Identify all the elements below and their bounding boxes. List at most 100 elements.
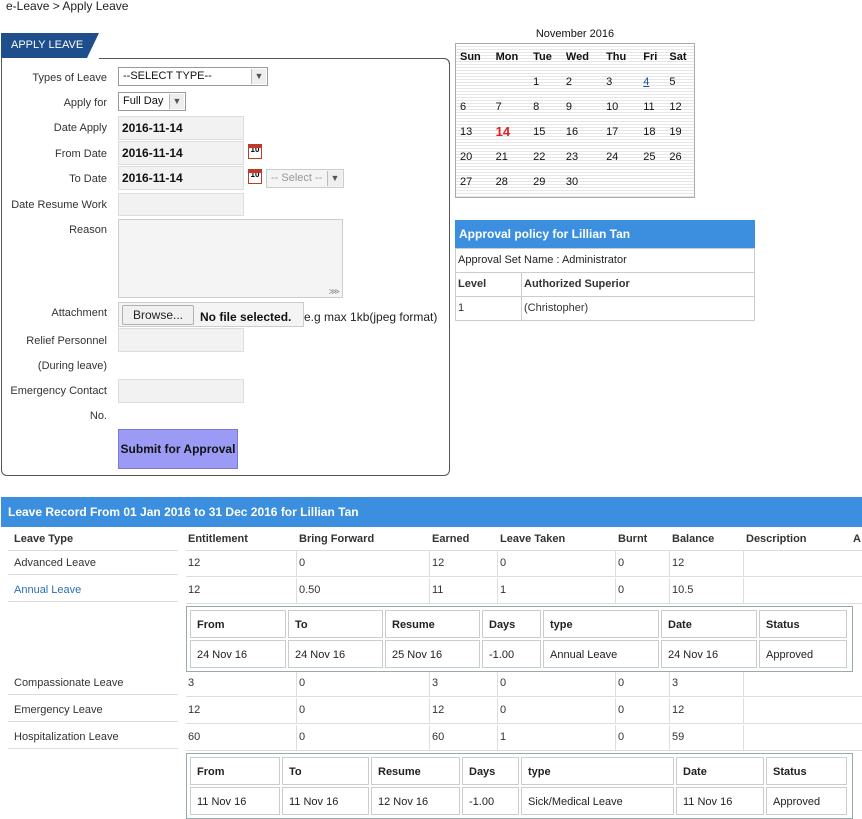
divider — [8, 748, 178, 749]
detail-cell: 11 Nov 16 — [190, 787, 280, 815]
cell-taken: 0 — [500, 557, 507, 569]
divider — [186, 723, 862, 724]
leave-type-select[interactable]: --SELECT TYPE-- ▼ — [118, 67, 268, 86]
calendar-day[interactable]: 29 — [531, 169, 564, 194]
browse-button[interactable]: Browse... — [122, 305, 194, 325]
cell-earned: 12 — [432, 557, 445, 569]
emergency-contact-field[interactable] — [118, 379, 244, 403]
divider — [743, 671, 744, 697]
policy-col-superior: Authorized Superior — [524, 278, 630, 290]
col-entitlement: Entitlement — [188, 533, 248, 545]
cell-earned: 60 — [432, 731, 445, 743]
calendar-day[interactable]: 16 — [564, 119, 604, 144]
calendar-day[interactable]: 27 — [458, 169, 494, 194]
calendar-day[interactable]: 20 — [458, 144, 494, 169]
tab-apply-leave[interactable]: APPLY LEAVE — [1, 33, 87, 58]
divider — [669, 578, 670, 604]
emergency-contact-label: Emergency Contact — [10, 385, 107, 397]
calendar-day-header: Mon — [495, 50, 519, 63]
calendar-day[interactable]: 13 — [458, 119, 494, 144]
calendar-day-header: Wed — [565, 50, 589, 63]
cell-entitlement: 60 — [188, 731, 201, 743]
divider — [296, 551, 297, 577]
col-a: A — [853, 533, 861, 545]
detail-cell: 24 Nov 16 — [190, 640, 286, 668]
divider — [669, 725, 670, 751]
calendar-empty-cell — [458, 69, 494, 94]
cell-taken: 1 — [500, 584, 507, 596]
leave-type-link[interactable]: Annual Leave — [14, 584, 81, 596]
col-balance: Balance — [672, 533, 715, 545]
calendar-title: November 2016 — [535, 28, 615, 40]
calendar-day[interactable]: 21 — [494, 144, 532, 169]
cell-taken: 0 — [500, 677, 507, 689]
cell-balance: 10.5 — [672, 584, 694, 596]
calendar-day-header: Sat — [669, 50, 687, 63]
calendar-day[interactable]: 11 — [641, 94, 667, 119]
calendar-day[interactable]: 4 — [641, 69, 667, 94]
detail-cell: -1.00 — [462, 787, 519, 815]
calendar-day[interactable]: 9 — [564, 94, 604, 119]
calendar-day[interactable]: 1 — [531, 69, 564, 94]
calendar-day[interactable]: 6 — [458, 94, 494, 119]
detail-cell: 12 Nov 16 — [371, 787, 460, 815]
leave-type-name: Hospitalization Leave — [14, 731, 119, 743]
calendar-day[interactable]: 10 — [604, 94, 641, 119]
apply-for-select[interactable]: Full Day ▼ — [118, 92, 186, 111]
to-date-field[interactable]: 2016-11-14 — [118, 166, 244, 190]
divider — [743, 551, 744, 577]
calendar-day[interactable]: 17 — [604, 119, 641, 144]
calendar-day[interactable]: 25 — [641, 144, 667, 169]
calendar-day-header: Thu — [606, 50, 627, 63]
calendar-day[interactable]: 30 — [564, 169, 604, 194]
cell-bring-forward: 0 — [299, 677, 306, 689]
from-date-field[interactable]: 2016-11-14 — [118, 141, 244, 165]
calendar-day[interactable]: 3 — [604, 69, 641, 94]
divider — [8, 550, 178, 551]
cell-taken: 0 — [500, 704, 507, 716]
divider — [669, 551, 670, 577]
calendar-day[interactable]: 26 — [667, 144, 694, 169]
reason-textarea[interactable]: ⋙ — [118, 219, 343, 298]
calendar-day[interactable]: 22 — [531, 144, 564, 169]
calendar-day[interactable]: 5 — [667, 69, 694, 94]
divider — [429, 725, 430, 751]
divider — [8, 721, 178, 722]
approval-policy-title: Approval policy for Lillian Tan — [455, 220, 755, 248]
divider — [8, 601, 178, 602]
types-of-leave-label: Types of Leave — [32, 72, 107, 84]
submit-for-approval-button[interactable]: Submit for Approval — [118, 429, 238, 469]
divider — [296, 725, 297, 751]
divider — [497, 578, 498, 604]
calendar-day[interactable]: 15 — [531, 119, 564, 144]
calendar-icon[interactable]: 10 — [248, 144, 262, 159]
calendar-day[interactable]: 24 — [604, 144, 641, 169]
calendar-day[interactable]: 12 — [667, 94, 694, 119]
detail-cell: Approved — [766, 787, 847, 815]
calendar-day[interactable]: 18 — [641, 119, 667, 144]
calendar-day[interactable]: 2 — [564, 69, 604, 94]
detail-cell: 25 Nov 16 — [385, 640, 480, 668]
calendar-grid: Sun Mon Tue Wed Thu Fri Sat 1 2 3 4 5 6 7 8 9 10 11 12 13 1… — [458, 44, 694, 194]
breadcrumb: e-Leave > Apply Leave — [6, 0, 129, 13]
leave-type-name: Advanced Leave — [14, 557, 96, 569]
divider — [615, 671, 616, 697]
calendar-day[interactable]: 14 — [494, 119, 532, 144]
resize-handle-icon[interactable]: ⋙ — [329, 287, 340, 296]
detail-header: Date — [676, 757, 764, 785]
resume-work-label: Date Resume Work — [11, 199, 107, 211]
cell-burnt: 0 — [618, 704, 625, 716]
detail-header: Date — [661, 610, 757, 638]
calendar-day[interactable]: 7 — [494, 94, 532, 119]
cell-entitlement: 12 — [188, 704, 201, 716]
calendar-icon[interactable]: 10 — [248, 169, 262, 184]
detail-header: Resume — [385, 610, 480, 638]
calendar-day[interactable]: 8 — [531, 94, 564, 119]
relief-personnel-field[interactable] — [118, 328, 244, 352]
calendar-day[interactable]: 19 — [667, 119, 694, 144]
mini-calendar: Sun Mon Tue Wed Thu Fri Sat 1 2 3 4 5 6 7 8 9 10 11 12 13 1… — [455, 43, 695, 198]
calendar-day[interactable]: 23 — [564, 144, 604, 169]
to-date-half-select[interactable]: -- Select -- ▼ — [266, 169, 344, 188]
calendar-day[interactable]: 28 — [494, 169, 532, 194]
chevron-down-icon: ▼ — [327, 171, 342, 186]
